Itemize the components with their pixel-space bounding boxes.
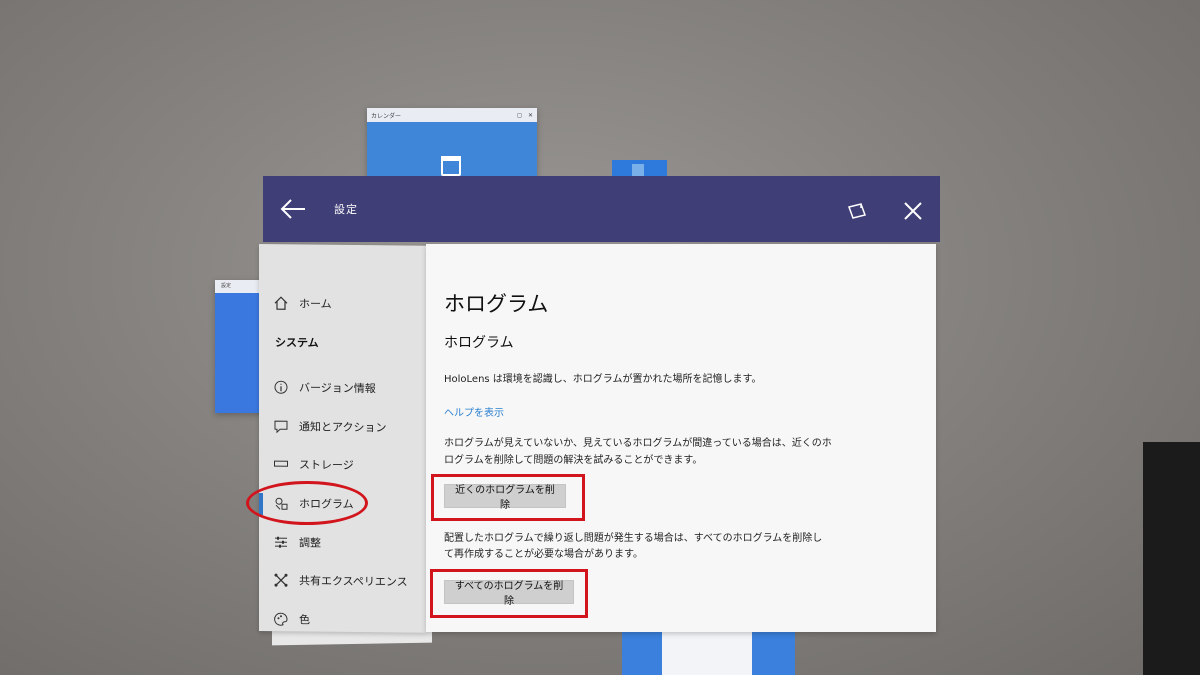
description-text: HoloLens は環境を認識し、ホログラムが置かれた場所を記憶します。 — [444, 374, 762, 385]
sidebar-item-version[interactable]: バージョン情報 — [259, 372, 426, 404]
sidebar-section-title: システム — [275, 336, 319, 350]
sidebar-item-label: ストレージ — [299, 458, 354, 472]
background-settings-window: 設定 — [215, 280, 265, 413]
window-title: 設定 — [334, 203, 358, 216]
palette-icon — [273, 611, 289, 627]
annotation-oval-hologram — [246, 481, 368, 525]
sidebar-item-label: 共有エクスペリエンス — [299, 574, 408, 589]
page-title: ホログラム — [444, 292, 549, 316]
help-link[interactable]: ヘルプを表示 — [444, 404, 504, 419]
sidebar-item-label: 通知とアクション — [299, 420, 387, 435]
sidebar-item-label: バージョン情報 — [299, 381, 376, 396]
annotation-box-all — [430, 569, 588, 618]
notification-icon — [273, 418, 289, 434]
all-description-line2: て再作成することが必要な場合があります。 — [444, 549, 643, 560]
close-icon[interactable] — [902, 200, 924, 222]
home-icon — [273, 295, 289, 311]
sidebar-item-label: 調整 — [299, 536, 321, 550]
background-monitor — [1143, 442, 1200, 675]
sidebar-item-shared-experience[interactable]: 共有エクスペリエンス — [259, 565, 426, 597]
sidebar-item-label: ホーム — [299, 297, 332, 311]
sidebar-item-notifications[interactable]: 通知とアクション — [259, 411, 426, 443]
sidebar-item-storage[interactable]: ストレージ — [259, 449, 426, 481]
sidebar-item-color[interactable]: 色 — [259, 604, 426, 636]
storage-icon — [273, 456, 289, 472]
nearby-description-line1: ホログラムが見えていないか、見えているホログラムが間違っている場合は、近くのホ — [444, 438, 832, 449]
calendar-icon — [441, 156, 461, 176]
sidebar-item-home[interactable]: ホーム — [259, 288, 426, 320]
back-arrow-icon[interactable] — [273, 189, 313, 229]
section-title: ホログラム — [444, 335, 514, 351]
background-calendar-title: カレンダー — [371, 112, 402, 120]
background-calendar-titlebar: カレンダー ◻ ✕ — [367, 108, 537, 122]
all-description-line1: 配置したホログラムで繰り返し問題が発生する場合は、すべてのホログラムを削除し — [444, 533, 823, 544]
background-side-title: 設定 — [215, 280, 265, 293]
sidebar-item-label: 色 — [299, 613, 310, 627]
sidebar-item-adjust[interactable]: 調整 — [259, 527, 426, 559]
snap-window-icon[interactable] — [847, 203, 867, 219]
shared-experience-icon — [273, 572, 289, 588]
info-icon — [273, 379, 289, 395]
annotation-box-nearby — [431, 474, 585, 521]
sliders-icon — [273, 534, 289, 550]
background-bottom-window — [622, 628, 795, 675]
nearby-description-line2: ログラムを削除して問題の解決を試みることができます。 — [444, 455, 703, 466]
sidebar: ホーム システム バージョン情報 通知とアクション ストレージ ホログラム 調整 — [259, 244, 426, 633]
window-titlebar: 設定 — [263, 176, 940, 242]
